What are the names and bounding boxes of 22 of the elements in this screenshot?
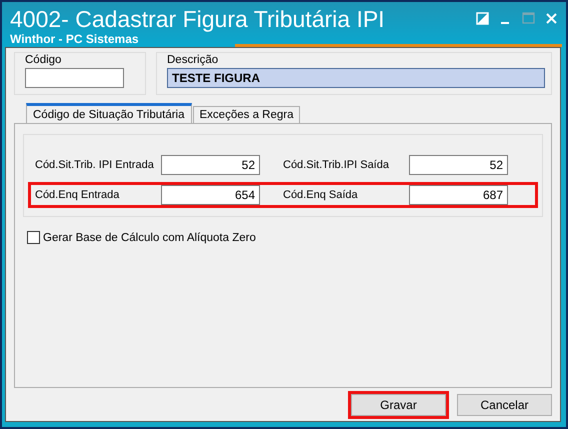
number-field[interactable]: 687 [409, 185, 508, 205]
window-title: 4002- Cadastrar Figura Tributária IPI [10, 6, 385, 32]
checkbox-label: Gerar Base de Cálculo com Alíquota Zero [43, 232, 256, 244]
tab[interactable]: Exceções a Regra [192, 106, 300, 123]
button[interactable]: Gravar [351, 394, 446, 416]
field-label: Cód.Sit.Trib. IPI Entrada [35, 159, 155, 171]
field-label: Cód.Enq Saída [283, 189, 359, 201]
button[interactable]: Cancelar [457, 394, 552, 416]
window-subtitle: Winthor - PC Sistemas [10, 32, 140, 46]
number-field[interactable]: 52 [409, 155, 508, 175]
field-label: Cód.Enq Entrada [35, 189, 120, 201]
number-field[interactable]: 654 [161, 185, 260, 205]
field-label: Descrição [167, 53, 220, 68]
number-field[interactable]: 52 [161, 155, 260, 175]
code-field[interactable] [25, 68, 124, 88]
restore-icon[interactable] [476, 12, 489, 25]
field-label: Cód.Sit.Trib.IPI Saída [283, 159, 390, 171]
field-label: Código [25, 53, 62, 68]
description-field[interactable]: TESTE FIGURA [167, 68, 545, 88]
checkbox[interactable] [27, 231, 40, 244]
tab[interactable]: Código de Situação Tributária [26, 103, 192, 123]
close-icon[interactable] [545, 12, 558, 25]
